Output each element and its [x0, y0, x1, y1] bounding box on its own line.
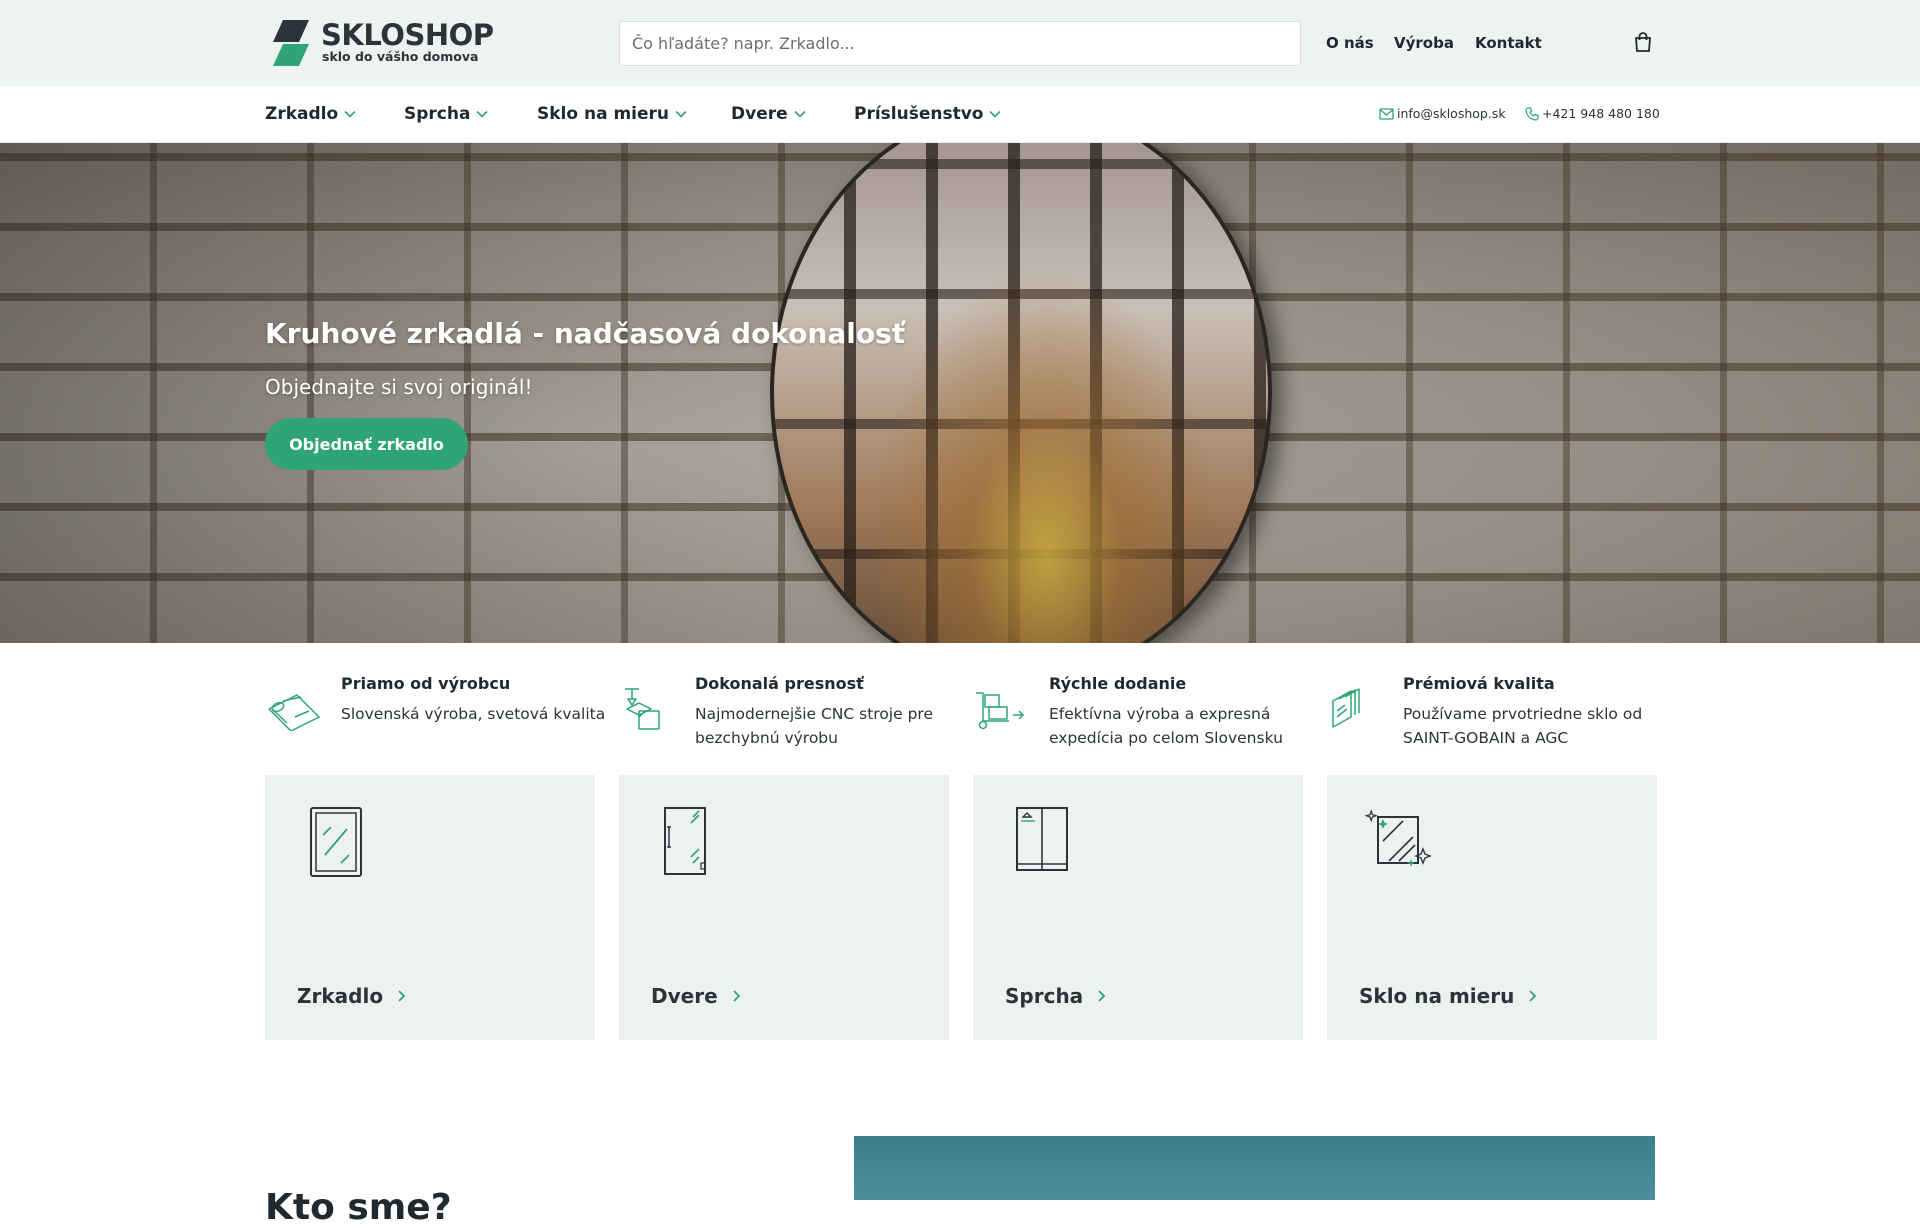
chevron-down-icon	[476, 110, 489, 118]
brand-name: SKLOSHOP	[321, 18, 494, 52]
search-input[interactable]	[619, 21, 1301, 66]
phone-icon	[1525, 107, 1539, 121]
feature-description: Slovenská výroba, svetová kvalita	[341, 705, 606, 723]
category-card-sklo-na-mieru[interactable]: Sklo na mieru	[1327, 775, 1657, 1040]
feature-description: Najmodernejšie CNC stroje pre bezchybnú …	[695, 705, 933, 747]
feature-item: Dokonalá presnosť Najmodernejšie CNC str…	[619, 673, 964, 753]
chevron-right-icon	[1529, 990, 1537, 1002]
hero-banner: Kruhové zrkadlá - nadčasová dokonalosť O…	[0, 143, 1920, 643]
chevron-down-icon	[989, 110, 1002, 118]
logo[interactable]: SKLOSHOP sklo do vášho domova	[271, 18, 494, 68]
shopping-bag-icon[interactable]	[1633, 31, 1653, 53]
topnav-about[interactable]: O nás	[1326, 33, 1374, 53]
card-label: Sprcha	[1005, 983, 1106, 1009]
chevron-right-icon	[1098, 990, 1106, 1002]
feature-title: Prémiová kvalita	[1403, 674, 1555, 693]
nav-item-label: Sprcha	[404, 104, 471, 124]
topnav-contact[interactable]: Kontakt	[1475, 33, 1542, 53]
chevron-down-icon	[344, 110, 356, 118]
about-title: Kto sme?	[265, 1187, 452, 1228]
cnc-machine-icon	[625, 688, 660, 730]
card-label: Zrkadlo	[297, 983, 406, 1009]
feature-title: Priamo od výrobcu	[341, 674, 511, 693]
order-mirror-button[interactable]: Objednať zrkadlo	[265, 418, 468, 470]
feature-item: Prémiová kvalita Používame prvotriedne s…	[1327, 673, 1672, 753]
brand-tagline: sklo do vášho domova	[322, 49, 479, 64]
custom-glass-icon	[1364, 809, 1432, 867]
envelope-icon	[1379, 108, 1394, 120]
contact-phone[interactable]: +421 948 480 180	[1525, 106, 1660, 122]
nav-item-label: Dvere	[731, 104, 788, 124]
nav-item-zrkadlo[interactable]: Zrkadlo	[265, 103, 356, 125]
glass-roll-icon	[268, 694, 320, 731]
card-label: Sklo na mieru	[1359, 983, 1537, 1009]
feature-title: Dokonalá presnosť	[695, 674, 864, 693]
nav-item-label: Zrkadlo	[265, 104, 339, 124]
feature-item: Rýchle dodanie Efektívna výroba a expres…	[973, 673, 1318, 753]
contact-phone-text: +421 948 480 180	[1542, 106, 1660, 121]
contact-email[interactable]: info@skloshop.sk	[1379, 106, 1506, 122]
feature-item: Priamo od výrobcu Slovenská výroba, svet…	[265, 673, 610, 753]
feature-description: Používame prvotriedne sklo od SAINT-GOBA…	[1403, 705, 1643, 747]
header: SKLOSHOP sklo do vášho domova O nás Výro…	[0, 0, 1920, 86]
shower-enclosure-icon	[1016, 807, 1068, 871]
chevron-right-icon	[398, 990, 406, 1002]
category-card-sprcha[interactable]: Sprcha	[973, 775, 1303, 1040]
card-label-text: Zrkadlo	[297, 984, 384, 1008]
category-nav: Zrkadlo Sprcha Sklo na mieru Dvere Prísl…	[0, 86, 1920, 143]
logo-mark-icon	[273, 20, 309, 66]
chevron-right-icon	[733, 990, 740, 1002]
chevron-down-icon	[794, 110, 806, 118]
about-image	[854, 1136, 1655, 1200]
nav-item-dvere[interactable]: Dvere	[731, 103, 806, 125]
category-card-dvere[interactable]: Dvere	[619, 775, 949, 1040]
chevron-down-icon	[675, 110, 687, 118]
delivery-cart-icon	[976, 692, 1024, 730]
glass-sheets-icon	[1332, 688, 1360, 728]
card-label-text: Sklo na mieru	[1359, 984, 1515, 1008]
feature-title: Rýchle dodanie	[1049, 674, 1187, 693]
category-card-zrkadlo[interactable]: Zrkadlo	[265, 775, 595, 1040]
nav-item-sprcha[interactable]: Sprcha	[404, 103, 489, 125]
hero-subtitle: Objednajte si svoj originál!	[265, 375, 533, 399]
contact-email-text: info@skloshop.sk	[1397, 106, 1506, 121]
glass-door-icon	[664, 807, 706, 875]
card-label: Dvere	[651, 983, 741, 1009]
topnav-production[interactable]: Výroba	[1394, 33, 1454, 53]
hero-round-mirror-image	[770, 143, 1272, 643]
nav-item-prislusenstvo[interactable]: Príslušenstvo	[854, 103, 1002, 125]
nav-item-label: Príslušenstvo	[854, 104, 984, 124]
mirror-icon	[310, 807, 362, 877]
card-label-text: Dvere	[651, 984, 718, 1008]
card-label-text: Sprcha	[1005, 984, 1084, 1008]
hero-title: Kruhové zrkadlá - nadčasová dokonalosť	[265, 317, 906, 350]
nav-item-sklo-na-mieru[interactable]: Sklo na mieru	[537, 103, 687, 125]
feature-description: Efektívna výroba a expresná expedícia po…	[1049, 705, 1283, 747]
nav-item-label: Sklo na mieru	[537, 104, 670, 124]
